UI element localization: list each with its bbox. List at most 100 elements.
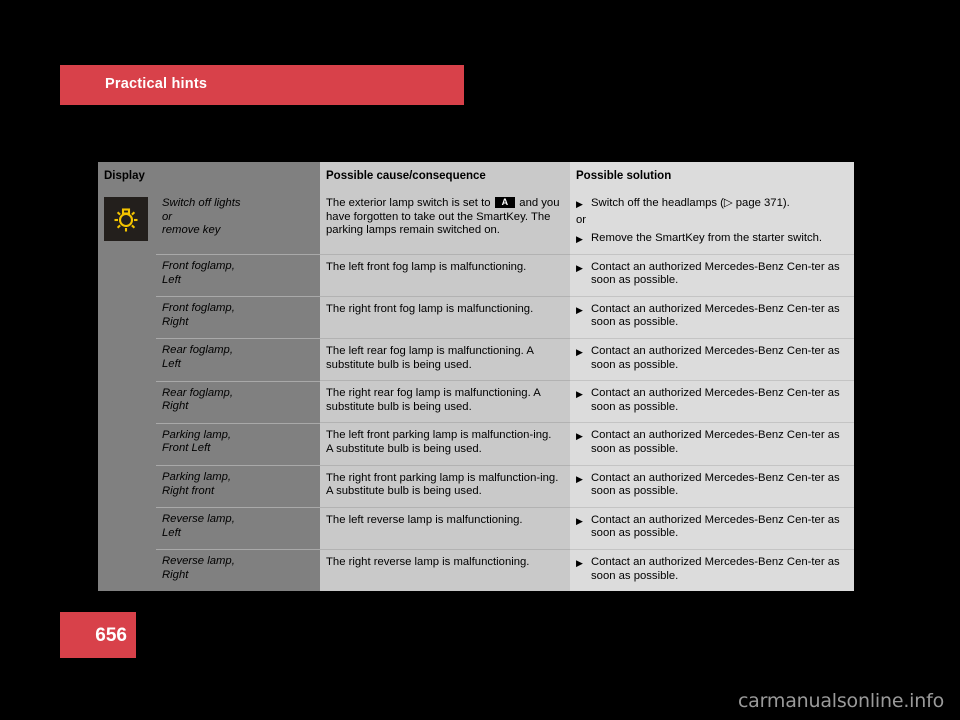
cell-display: Front foglamp, Right [156,296,321,339]
triangle-bullet-icon: ▶ [576,199,583,209]
display-line: Left [162,358,181,371]
page-number: 656 [95,625,127,646]
triangle-bullet-icon: ▶ [576,473,583,484]
cell-cause: The right reverse lamp is malfunctioning… [320,548,571,592]
solution-item: ▶ Contact an authorized Mercedes-Benz Ce… [576,261,845,288]
cell-solution: ▶ Contact an authorized Mercedes-Benz Ce… [570,422,855,466]
cell-cause: The left front parking lamp is malfuncti… [320,422,571,466]
table-row: Parking lamp, Right front The right fron… [98,464,855,508]
cell-solution: ▶ Contact an authorized Mercedes-Benz Ce… [570,337,855,381]
table-row: Reverse lamp, Left The left reverse lamp… [98,506,855,550]
page-title: Practical hints [105,76,208,92]
display-line: Parking lamp, [162,471,232,484]
table-row: Reverse lamp, Right The right reverse la… [98,548,855,592]
cell-cause: The left reverse lamp is malfunctioning. [320,506,571,550]
column-header-cause: Possible cause/consequence [320,162,571,191]
display-line: Left [162,526,181,539]
cell-display: Front foglamp, Left [156,254,321,297]
column-header-display: Display [98,162,321,191]
cell-solution: ▶ Switch off the headlamps (▷ page 371).… [570,191,855,255]
cell-solution: ▶ Contact an authorized Mercedes-Benz Ce… [570,253,855,297]
lamp-warning-icon [104,197,148,241]
solution-text: Contact an authorized Mercedes-Benz Cen-… [591,555,840,582]
solution-text: Switch off the headlamps (▷ page 371). [591,197,790,209]
fault-code-table: Display Possible cause/consequence Possi… [98,162,855,592]
triangle-bullet-icon: ▶ [576,346,583,357]
cell-solution: ▶ Contact an authorized Mercedes-Benz Ce… [570,548,855,592]
display-line: or [162,210,173,223]
display-line: Front foglamp, [162,302,235,315]
table-row: Rear foglamp, Right The right rear fog l… [98,380,855,423]
cell-display: Reverse lamp, Right [156,549,321,592]
cell-cause: The left rear fog lamp is malfunctioning… [320,337,571,381]
triangle-bullet-icon: ▶ [576,389,583,400]
cell-icon [98,191,156,592]
triangle-bullet-icon: ▶ [576,262,583,273]
display-line: Left [162,273,181,286]
cell-solution: ▶ Contact an authorized Mercedes-Benz Ce… [570,295,855,339]
triangle-bullet-icon: ▶ [576,233,583,244]
solution-text: Contact an authorized Mercedes-Benz Cen-… [591,387,840,413]
display-line: Rear foglamp, [162,386,233,399]
table-body: Switch off lights or remove key The exte… [98,191,855,592]
cell-display: Rear foglamp, Right [156,380,321,423]
cause-text-before-badge: The exterior lamp switch is set to [326,197,494,209]
chapter-banner-notch [60,65,100,105]
solution-text: Contact an authorized Mercedes-Benz Cen-… [591,471,840,498]
cell-cause: The right rear fog lamp is malfunctionin… [320,380,571,423]
display-line: Right front [162,484,215,497]
cell-cause: The right front parking lamp is malfunct… [320,464,571,508]
page-number-block: 656 [60,612,136,658]
solution-text: Contact an authorized Mercedes-Benz Cen-… [591,344,840,371]
display-line: Rear foglamp, [162,344,233,357]
solution-connector: or [576,214,587,226]
display-line: Front foglamp, [162,260,235,273]
solution-text: Contact an authorized Mercedes-Benz Cen-… [591,260,840,287]
triangle-bullet-icon: ▶ [576,431,583,442]
column-header-solution: Possible solution [570,162,855,191]
solution-item: ▶ Remove the SmartKey from the starter s… [576,232,845,246]
display-line: Reverse lamp, [162,513,235,526]
solution-item: ▶ Contact an authorized Mercedes-Benz Ce… [576,303,845,330]
solution-text: Contact an authorized Mercedes-Benz Cen-… [591,513,840,540]
display-line: Right [162,400,189,413]
display-line: Right [162,569,189,581]
cell-display: Parking lamp, Front Left [156,422,321,466]
cell-cause: The right front fog lamp is malfunctioni… [320,295,571,339]
display-line: Switch off lights [162,197,241,209]
table-header-row: Display Possible cause/consequence Possi… [98,162,855,191]
cell-solution: ▶ Contact an authorized Mercedes-Benz Ce… [570,506,855,550]
solution-text: Remove the SmartKey from the starter swi… [591,231,823,244]
display-line: Right [162,315,189,328]
site-watermark: carmanualsonline.info [737,690,944,712]
display-line: Reverse lamp, [162,555,235,568]
cell-solution: ▶ Contact an authorized Mercedes-Benz Ce… [570,380,855,423]
cell-display: Parking lamp, Right front [156,465,321,508]
table-row: Parking lamp, Front Left The left front … [98,422,855,466]
solution-item: ▶ Contact an authorized Mercedes-Benz Ce… [576,429,845,456]
triangle-bullet-icon: ▶ [576,557,583,568]
display-line: Front Left [162,442,211,455]
solution-item: ▶ Contact an authorized Mercedes-Benz Ce… [576,387,845,414]
solution-text: Contact an authorized Mercedes-Benz Cen-… [591,302,840,329]
cell-cause: The left front fog lamp is malfunctionin… [320,253,571,297]
display-line: remove key [162,224,221,237]
cell-solution: ▶ Contact an authorized Mercedes-Benz Ce… [570,464,855,508]
triangle-bullet-icon: ▶ [576,515,583,526]
chapter-banner: Practical hints [60,65,464,105]
solution-item: ▶ Contact an authorized Mercedes-Benz Ce… [576,556,845,583]
solution-item: ▶ Contact an authorized Mercedes-Benz Ce… [576,514,845,541]
lamp-switch-auto-badge: A [494,197,516,208]
triangle-bullet-icon: ▶ [576,304,583,315]
display-line: Parking lamp, [162,428,232,441]
solution-item: ▶ Switch off the headlamps (▷ page 371). [576,197,845,211]
solution-item: ▶ Contact an authorized Mercedes-Benz Ce… [576,345,845,372]
cell-cause: The exterior lamp switch is set to A and… [320,191,571,255]
cell-display: Reverse lamp, Left [156,507,321,550]
table-row: Front foglamp, Right The right front fog… [98,295,855,339]
table-row: Front foglamp, Left The left front fog l… [98,253,855,297]
table-row: Switch off lights or remove key The exte… [98,191,855,592]
table-header: Display Possible cause/consequence Possi… [98,162,855,191]
cell-display: Switch off lights or remove key [156,191,321,255]
table-row: Rear foglamp, Left The left rear fog lam… [98,337,855,381]
